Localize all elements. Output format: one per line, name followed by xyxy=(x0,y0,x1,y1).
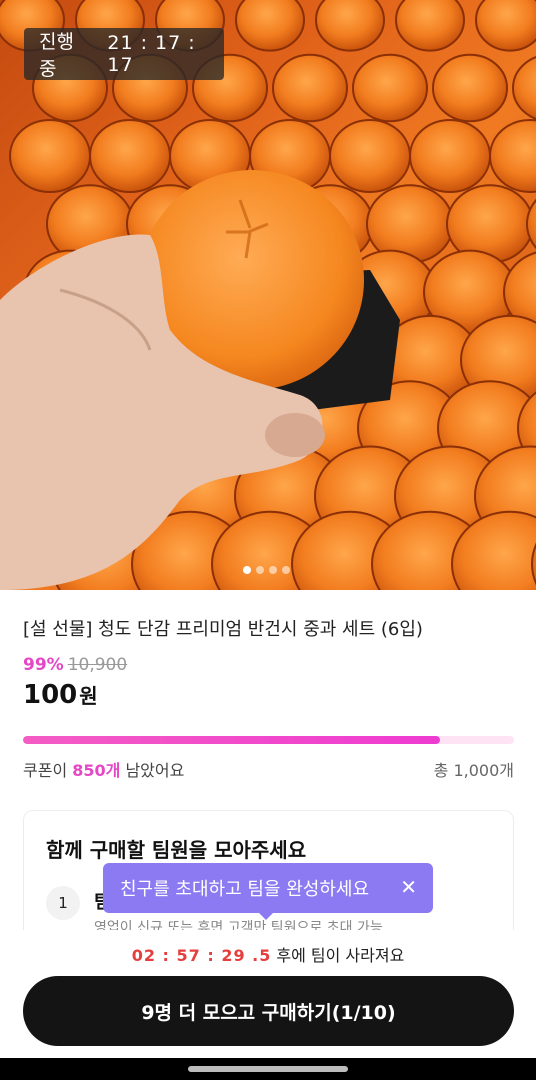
persimmon-photo xyxy=(0,0,536,590)
coupon-remaining-prefix: 쿠폰이 xyxy=(23,761,73,780)
sale-price-value: 100 xyxy=(23,680,78,710)
coupon-total: 총 1,000개 xyxy=(433,761,514,780)
carousel-dot[interactable] xyxy=(269,566,277,574)
product-image[interactable]: 진행중 21 : 17 : 17 xyxy=(0,0,536,590)
carousel-dot[interactable] xyxy=(243,566,251,574)
coupon-progress-fill xyxy=(23,736,441,744)
coupon-progress-bar xyxy=(23,736,514,744)
team-countdown-text: 후에 팀이 사라져요 xyxy=(276,946,405,965)
coupon-remaining: 쿠폰이 850개 남았어요 xyxy=(23,757,184,781)
home-indicator[interactable] xyxy=(188,1066,348,1072)
discount-rate: 99% xyxy=(23,655,64,675)
coupon-status: 쿠폰이 850개 남았어요 총 1,000개 xyxy=(23,757,514,781)
product-title: [설 선물] 청도 단감 프리미엄 반건시 중과 세트 (6입) xyxy=(23,619,423,640)
deal-status-label: 진행중 xyxy=(39,31,74,80)
invite-tooltip[interactable]: 친구를 초대하고 팀을 완성하세요 ✕ xyxy=(103,863,433,913)
coupon-remaining-suffix: 남았어요 xyxy=(120,761,185,780)
tooltip-arrow xyxy=(258,912,274,920)
team-purchase-button[interactable]: 9명 더 모으고 구매하기(1/10) xyxy=(23,976,514,1046)
sale-price: 100 원 xyxy=(23,680,98,710)
discount-row: 99% 10,900 xyxy=(23,655,127,675)
carousel-dot[interactable] xyxy=(282,566,290,574)
team-countdown: 02 : 57 : 29 .5 후에 팀이 사라져요 xyxy=(0,942,536,966)
original-price: 10,900 xyxy=(67,655,128,675)
step-number: 1 xyxy=(46,886,80,920)
carousel-indicator xyxy=(243,566,290,574)
coupon-remaining-count: 850개 xyxy=(72,761,121,780)
deal-timer-badge: 진행중 21 : 17 : 17 xyxy=(24,28,224,80)
team-countdown-time: 02 : 57 : 29 .5 xyxy=(131,946,272,965)
invite-tooltip-text: 친구를 초대하고 팀을 완성하세요 xyxy=(120,879,370,900)
deal-time-remaining: 21 : 17 : 17 xyxy=(107,32,196,76)
price-currency: 원 xyxy=(79,684,98,708)
carousel-dot[interactable] xyxy=(256,566,264,574)
team-card-title: 함께 구매할 팀원을 모아주세요 xyxy=(46,838,307,862)
close-icon[interactable]: ✕ xyxy=(400,875,417,899)
